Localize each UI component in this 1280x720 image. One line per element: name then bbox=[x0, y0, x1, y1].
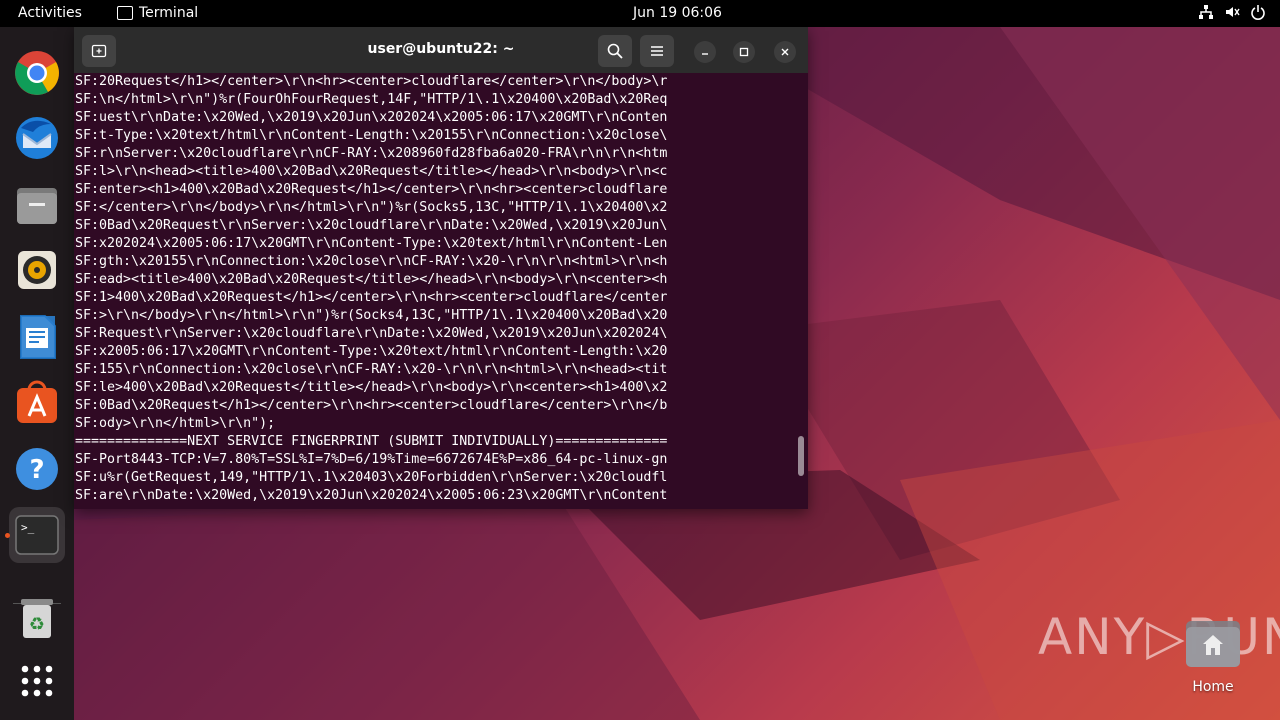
dock-trash[interactable]: ♻ bbox=[10, 591, 64, 645]
terminal-line: SF:ody>\r\n</html>\r\n"); bbox=[75, 416, 276, 431]
terminal-line: SF:le>400\x20Bad\x20Request</title></hea… bbox=[75, 380, 668, 395]
terminal-scrollbar[interactable] bbox=[798, 436, 804, 476]
svg-text:>_: >_ bbox=[21, 521, 35, 534]
menu-button[interactable] bbox=[640, 35, 674, 67]
files-icon bbox=[17, 188, 57, 224]
terminal-titlebar[interactable]: user@ubuntu22: ~ bbox=[74, 27, 808, 73]
svg-text:?: ? bbox=[29, 455, 44, 485]
terminal-line: SF:r\nServer:\x20cloudflare\r\nCF-RAY:\x… bbox=[75, 146, 668, 161]
minimize-button[interactable] bbox=[694, 41, 716, 63]
dock: ? >_ ♻ bbox=[0, 27, 74, 720]
terminal-line: SF:>\r\n</body>\r\n</html>\r\n")%r(Socks… bbox=[75, 308, 668, 323]
power-icon[interactable] bbox=[1250, 4, 1266, 20]
running-indicator bbox=[5, 533, 10, 538]
terminal-line: SF:x202024\x2005:06:17\x20GMT\r\nContent… bbox=[75, 236, 668, 251]
show-apps-icon bbox=[21, 665, 53, 697]
terminal-line: SF:are\r\nDate:\x20Wed,\x2019\x20Jun\x20… bbox=[75, 488, 668, 503]
terminal-line: SF:gth:\x20155\r\nConnection:\x20close\r… bbox=[75, 254, 668, 269]
dock-thunderbird[interactable] bbox=[10, 111, 64, 165]
dock-files[interactable] bbox=[10, 178, 64, 232]
terminal-window[interactable]: user@ubuntu22: ~ SF:20Request</h1></cent… bbox=[74, 27, 808, 509]
dock-chrome[interactable] bbox=[10, 46, 64, 100]
chrome-icon bbox=[15, 51, 59, 95]
writer-icon bbox=[20, 315, 56, 359]
dock-help[interactable]: ? bbox=[10, 442, 64, 496]
terminal-line: SF:155\r\nConnection:\x20close\r\nCF-RAY… bbox=[75, 362, 668, 377]
terminal-line: SF:ead><title>400\x20Bad\x20Request</tit… bbox=[75, 272, 668, 287]
terminal-line: SF:t-Type:\x20text/html\r\nContent-Lengt… bbox=[75, 128, 668, 143]
terminal-line: SF:enter><h1>400\x20Bad\x20Request</h1><… bbox=[75, 182, 668, 197]
terminal-output[interactable]: SF:20Request</h1></center>\r\n<hr><cente… bbox=[75, 73, 795, 509]
maximize-button[interactable] bbox=[733, 41, 755, 63]
anyrun-watermark: ANY▷RUN bbox=[1038, 608, 1280, 666]
home-folder-icon[interactable] bbox=[1185, 617, 1241, 669]
dock-writer[interactable] bbox=[10, 310, 64, 364]
terminal-line: SF:0Bad\x20Request\r\nServer:\x20cloudfl… bbox=[75, 218, 668, 233]
terminal-line: SF:l>\r\n<head><title>400\x20Bad\x20Requ… bbox=[75, 164, 668, 179]
top-bar: Activities Terminal Jun 19 06:06 bbox=[0, 0, 1280, 27]
trash-icon: ♻ bbox=[21, 599, 53, 638]
terminal-line: SF:x2005:06:17\x20GMT\r\nContent-Type:\x… bbox=[75, 344, 668, 359]
svg-text:♻: ♻ bbox=[29, 614, 45, 635]
minimize-icon bbox=[702, 53, 708, 55]
terminal-line: SF:1>400\x20Bad\x20Request</h1></center>… bbox=[75, 290, 668, 305]
hamburger-menu-icon bbox=[651, 46, 663, 56]
terminal-line: SF:\n</html>\r\n")%r(FourOhFourRequest,1… bbox=[75, 92, 668, 107]
terminal-icon: >_ bbox=[15, 515, 59, 555]
app-center-icon bbox=[17, 380, 57, 423]
search-icon bbox=[607, 43, 623, 59]
dock-show-apps[interactable] bbox=[10, 654, 64, 708]
dock-terminal[interactable]: >_ bbox=[9, 507, 65, 563]
close-icon bbox=[781, 48, 789, 56]
terminal-line: SF:0Bad\x20Request</h1></center>\r\n<hr>… bbox=[75, 398, 668, 413]
terminal-line: ==============NEXT SERVICE FINGERPRINT (… bbox=[75, 434, 668, 449]
thunderbird-icon bbox=[16, 117, 58, 159]
network-icon[interactable] bbox=[1198, 4, 1214, 20]
terminal-line: SF:Request\r\nServer:\x20cloudflare\r\nD… bbox=[75, 326, 668, 341]
maximize-icon bbox=[739, 47, 749, 57]
home-folder-label[interactable]: Home bbox=[1170, 679, 1256, 695]
rhythmbox-icon bbox=[18, 251, 56, 289]
terminal-line: SF:</center>\r\n</body>\r\n</html>\r\n")… bbox=[75, 200, 668, 215]
system-tray[interactable] bbox=[1198, 4, 1266, 20]
close-button[interactable] bbox=[774, 41, 796, 63]
dock-rhythmbox[interactable] bbox=[10, 243, 64, 297]
help-icon: ? bbox=[16, 448, 58, 490]
terminal-line: SF:20Request</h1></center>\r\n<hr><cente… bbox=[75, 74, 668, 89]
clock[interactable]: Jun 19 06:06 bbox=[0, 5, 1280, 21]
dock-app-center[interactable] bbox=[10, 376, 64, 430]
volume-icon[interactable] bbox=[1224, 4, 1240, 20]
terminal-line: SF:uest\r\nDate:\x20Wed,\x2019\x20Jun\x2… bbox=[75, 110, 668, 125]
terminal-line: SF-Port8443-TCP:V=7.80%T=SSL%I=7%D=6/19%… bbox=[75, 452, 668, 467]
search-button[interactable] bbox=[598, 35, 632, 67]
terminal-line: SF:u%r(GetRequest,149,"HTTP/1\.1\x20403\… bbox=[75, 470, 668, 485]
